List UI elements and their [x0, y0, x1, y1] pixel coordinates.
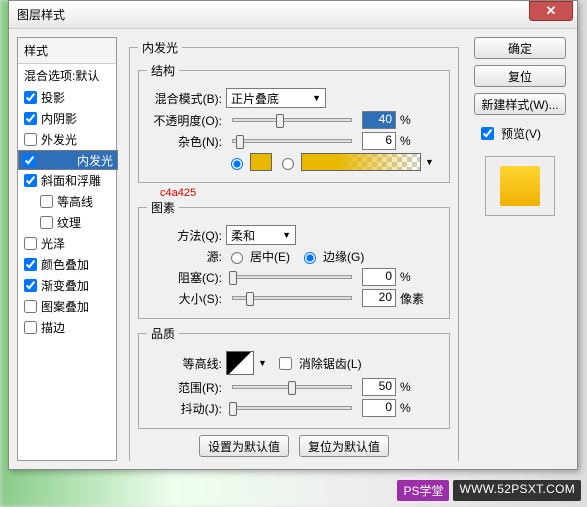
method-select[interactable]: 柔和▼ [226, 225, 296, 245]
sidebar-item-checkbox[interactable] [40, 195, 53, 208]
label-range: 范围(R): [147, 379, 222, 396]
color-swatch[interactable] [250, 153, 272, 171]
size-slider[interactable] [232, 296, 352, 300]
range-input[interactable]: 50 [362, 378, 396, 396]
sidebar-subheader[interactable]: 混合选项:默认 [18, 64, 116, 87]
blend-mode-select[interactable]: 正片叠底▼ [226, 88, 326, 108]
sidebar-item-checkbox[interactable] [24, 300, 37, 313]
label-blend: 混合模式(B): [147, 90, 222, 107]
jitter-input[interactable]: 0 [362, 399, 396, 417]
sidebar-item-checkbox[interactable] [24, 174, 37, 187]
sidebar-item-checkbox[interactable] [24, 91, 37, 104]
cancel-button[interactable]: 复位 [474, 65, 566, 87]
titlebar[interactable]: 图层样式 ✕ [9, 1, 577, 29]
label-noise: 杂色(N): [147, 133, 222, 150]
styles-sidebar: 样式 混合选项:默认 投影内阴影外发光内发光斜面和浮雕等高线纹理光泽颜色叠加渐变… [17, 37, 117, 461]
sidebar-item-label: 描边 [41, 319, 65, 336]
sidebar-item-8[interactable]: 颜色叠加 [18, 254, 116, 275]
chevron-down-icon[interactable]: ▼ [425, 157, 434, 167]
sidebar-item-label: 内发光 [77, 152, 113, 169]
label-size: 大小(S): [147, 290, 222, 307]
label-source: 源: [147, 248, 222, 265]
jitter-slider[interactable] [232, 406, 352, 410]
size-input[interactable]: 20 [362, 289, 396, 307]
noise-input[interactable]: 6 [362, 132, 396, 150]
sidebar-item-4[interactable]: 斜面和浮雕 [18, 170, 116, 191]
sidebar-item-label: 颜色叠加 [41, 256, 89, 273]
range-slider[interactable] [232, 385, 352, 389]
chevron-down-icon[interactable]: ▼ [258, 358, 267, 368]
preview-checkbox[interactable] [481, 127, 494, 140]
sidebar-item-7[interactable]: 光泽 [18, 233, 116, 254]
group-quality: 品质 等高线: ▼ 消除锯齿(L) 范围(R): 50 % [138, 325, 450, 429]
source-edge-radio[interactable] [304, 252, 316, 264]
chevron-down-icon: ▼ [312, 93, 321, 103]
color-mode-gradient-radio[interactable] [282, 158, 294, 170]
reset-default-button[interactable]: 复位为默认值 [299, 435, 389, 457]
right-panel: 确定 复位 新建样式(W)... 预览(V) [471, 37, 569, 461]
chevron-down-icon: ▼ [282, 230, 291, 240]
sidebar-item-9[interactable]: 渐变叠加 [18, 275, 116, 296]
close-button[interactable]: ✕ [529, 1, 573, 21]
label-jitter: 抖动(J): [147, 400, 222, 417]
sidebar-item-2[interactable]: 外发光 [18, 129, 116, 150]
sidebar-item-label: 斜面和浮雕 [41, 172, 101, 189]
gradient-swatch[interactable] [301, 153, 421, 171]
choke-input[interactable]: 0 [362, 268, 396, 286]
main-panel: 内发光 结构 混合模式(B): 正片叠底▼ 不透明度(O): 40 % [125, 37, 463, 461]
sidebar-item-label: 纹理 [57, 214, 81, 231]
sidebar-item-1[interactable]: 内阴影 [18, 108, 116, 129]
noise-slider[interactable] [232, 139, 352, 143]
antialias-checkbox[interactable] [279, 357, 292, 370]
new-style-button[interactable]: 新建样式(W)... [474, 93, 566, 115]
color-mode-solid-radio[interactable] [231, 158, 243, 170]
sidebar-item-0[interactable]: 投影 [18, 87, 116, 108]
sidebar-item-label: 图案叠加 [41, 298, 89, 315]
sidebar-item-checkbox[interactable] [24, 321, 37, 334]
ok-button[interactable]: 确定 [474, 37, 566, 59]
sidebar-item-label: 渐变叠加 [41, 277, 89, 294]
sidebar-item-label: 内阴影 [41, 110, 77, 127]
layer-style-dialog: 图层样式 ✕ 样式 混合选项:默认 投影内阴影外发光内发光斜面和浮雕等高线纹理光… [8, 0, 578, 470]
sidebar-item-label: 外发光 [41, 131, 77, 148]
preview-box [485, 156, 555, 216]
sidebar-item-checkbox[interactable] [24, 258, 37, 271]
label-contour: 等高线: [147, 355, 222, 372]
dialog-title: 图层样式 [13, 6, 529, 23]
sidebar-item-checkbox[interactable] [23, 154, 36, 167]
sidebar-item-checkbox[interactable] [40, 216, 53, 229]
sidebar-item-label: 投影 [41, 89, 65, 106]
sidebar-item-checkbox[interactable] [24, 279, 37, 292]
group-elements: 图素 方法(Q): 柔和▼ 源: 居中(E) 边缘(G) [138, 199, 450, 319]
sidebar-item-3[interactable]: 内发光 [18, 150, 118, 170]
opacity-input[interactable]: 40 [362, 111, 396, 129]
sidebar-item-checkbox[interactable] [24, 112, 37, 125]
source-center-radio[interactable] [231, 252, 243, 264]
label-method: 方法(Q): [147, 227, 222, 244]
opacity-slider[interactable] [232, 118, 352, 122]
group-inner-glow: 内发光 结构 混合模式(B): 正片叠底▼ 不透明度(O): 40 % [129, 39, 459, 461]
set-default-button[interactable]: 设置为默认值 [199, 435, 289, 457]
annotation-text: c4a425 [160, 187, 450, 199]
sidebar-item-checkbox[interactable] [24, 133, 37, 146]
sidebar-item-11[interactable]: 描边 [18, 317, 116, 338]
group-title: 内发光 [138, 39, 182, 56]
contour-picker[interactable] [226, 351, 254, 375]
sidebar-item-label: 光泽 [41, 235, 65, 252]
sidebar-item-label: 等高线 [57, 193, 93, 210]
label-opacity: 不透明度(O): [147, 112, 222, 129]
label-choke: 阻塞(C): [147, 269, 222, 286]
preview-swatch [500, 166, 540, 206]
sidebar-item-checkbox[interactable] [24, 237, 37, 250]
sidebar-item-6[interactable]: 纹理 [18, 212, 116, 233]
sidebar-item-10[interactable]: 图案叠加 [18, 296, 116, 317]
group-structure: 结构 混合模式(B): 正片叠底▼ 不透明度(O): 40 % [138, 62, 450, 183]
sidebar-header: 样式 [18, 38, 116, 64]
choke-slider[interactable] [232, 275, 352, 279]
watermark: PS学堂 WWW.52PSXT.COM [397, 480, 581, 501]
sidebar-item-5[interactable]: 等高线 [18, 191, 116, 212]
